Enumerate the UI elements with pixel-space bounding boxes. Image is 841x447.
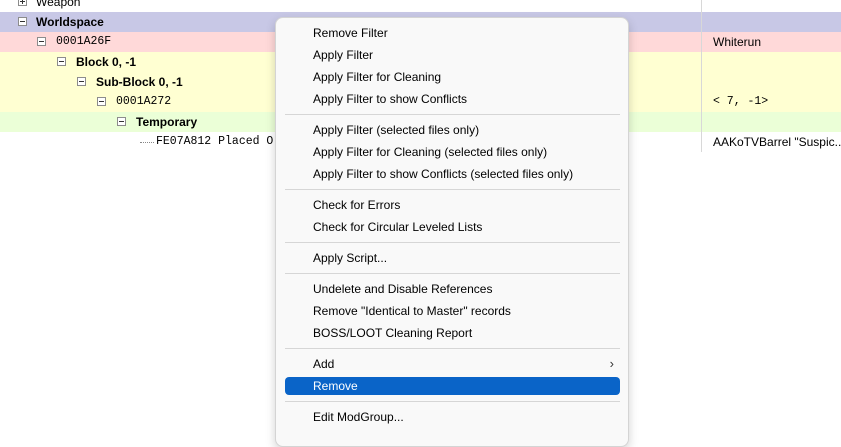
tree-row-label: Weapon [36,0,81,9]
tree-row-value: Whiterun [713,35,762,49]
menu-separator [285,189,620,190]
collapse-icon[interactable] [77,77,86,86]
menu-item-remove[interactable]: Remove [285,377,620,395]
tree-connector [140,142,154,143]
menu-item-label: Add [313,357,335,371]
collapse-icon[interactable] [97,97,106,106]
menu-separator [285,242,620,243]
menu-separator [285,401,620,402]
menu-item-apply-filter-conflicts-selected[interactable]: Apply Filter to show Conflicts (selected… [285,165,620,183]
tree-row-weapon[interactable]: Weapon [0,0,841,12]
collapse-icon[interactable] [117,117,126,126]
expand-icon[interactable] [18,0,27,6]
tree-row-label: Sub-Block 0, -1 [96,75,183,89]
context-menu: Remove Filter Apply Filter Apply Filter … [275,17,629,447]
menu-item-apply-filter-cleaning[interactable]: Apply Filter for Cleaning [285,68,620,86]
tree-row-value: AAKoTVBarrel "Suspic... [713,135,841,149]
menu-item-edit-modgroup[interactable]: Edit ModGroup... [285,408,620,426]
menu-item-undelete-disable[interactable]: Undelete and Disable References [285,280,620,298]
tree-row-label: 0001A26F [56,35,112,48]
menu-item-apply-filter-cleaning-selected[interactable]: Apply Filter for Cleaning (selected file… [285,143,620,161]
collapse-icon[interactable] [57,57,66,66]
tree-row-label: Worldspace [36,15,104,29]
chevron-right-icon: › [609,356,614,371]
menu-item-remove-itm[interactable]: Remove "Identical to Master" records [285,302,620,320]
tree-row-label: Temporary [136,115,198,129]
menu-separator [285,114,620,115]
collapse-icon[interactable] [37,37,46,46]
collapse-icon[interactable] [18,17,27,26]
column-separator[interactable] [701,0,702,152]
tree-row-label: Block 0, -1 [76,55,137,69]
menu-separator [285,348,620,349]
menu-item-remove-filter[interactable]: Remove Filter [285,24,620,42]
menu-item-apply-script[interactable]: Apply Script... [285,249,620,267]
menu-item-apply-filter-conflicts[interactable]: Apply Filter to show Conflicts [285,90,620,108]
menu-item-add[interactable]: Add › [285,355,620,373]
menu-item-cleaning-report[interactable]: BOSS/LOOT Cleaning Report [285,324,620,342]
tree-row-label: FE07A812 Placed O [156,135,274,148]
menu-separator [285,273,620,274]
menu-item-apply-filter-selected[interactable]: Apply Filter (selected files only) [285,121,620,139]
menu-item-apply-filter[interactable]: Apply Filter [285,46,620,64]
menu-item-check-errors[interactable]: Check for Errors [285,196,620,214]
menu-item-check-circular[interactable]: Check for Circular Leveled Lists [285,218,620,236]
tree-row-label: 0001A272 [116,95,172,108]
tree-row-value: < 7, -1> [713,95,769,108]
